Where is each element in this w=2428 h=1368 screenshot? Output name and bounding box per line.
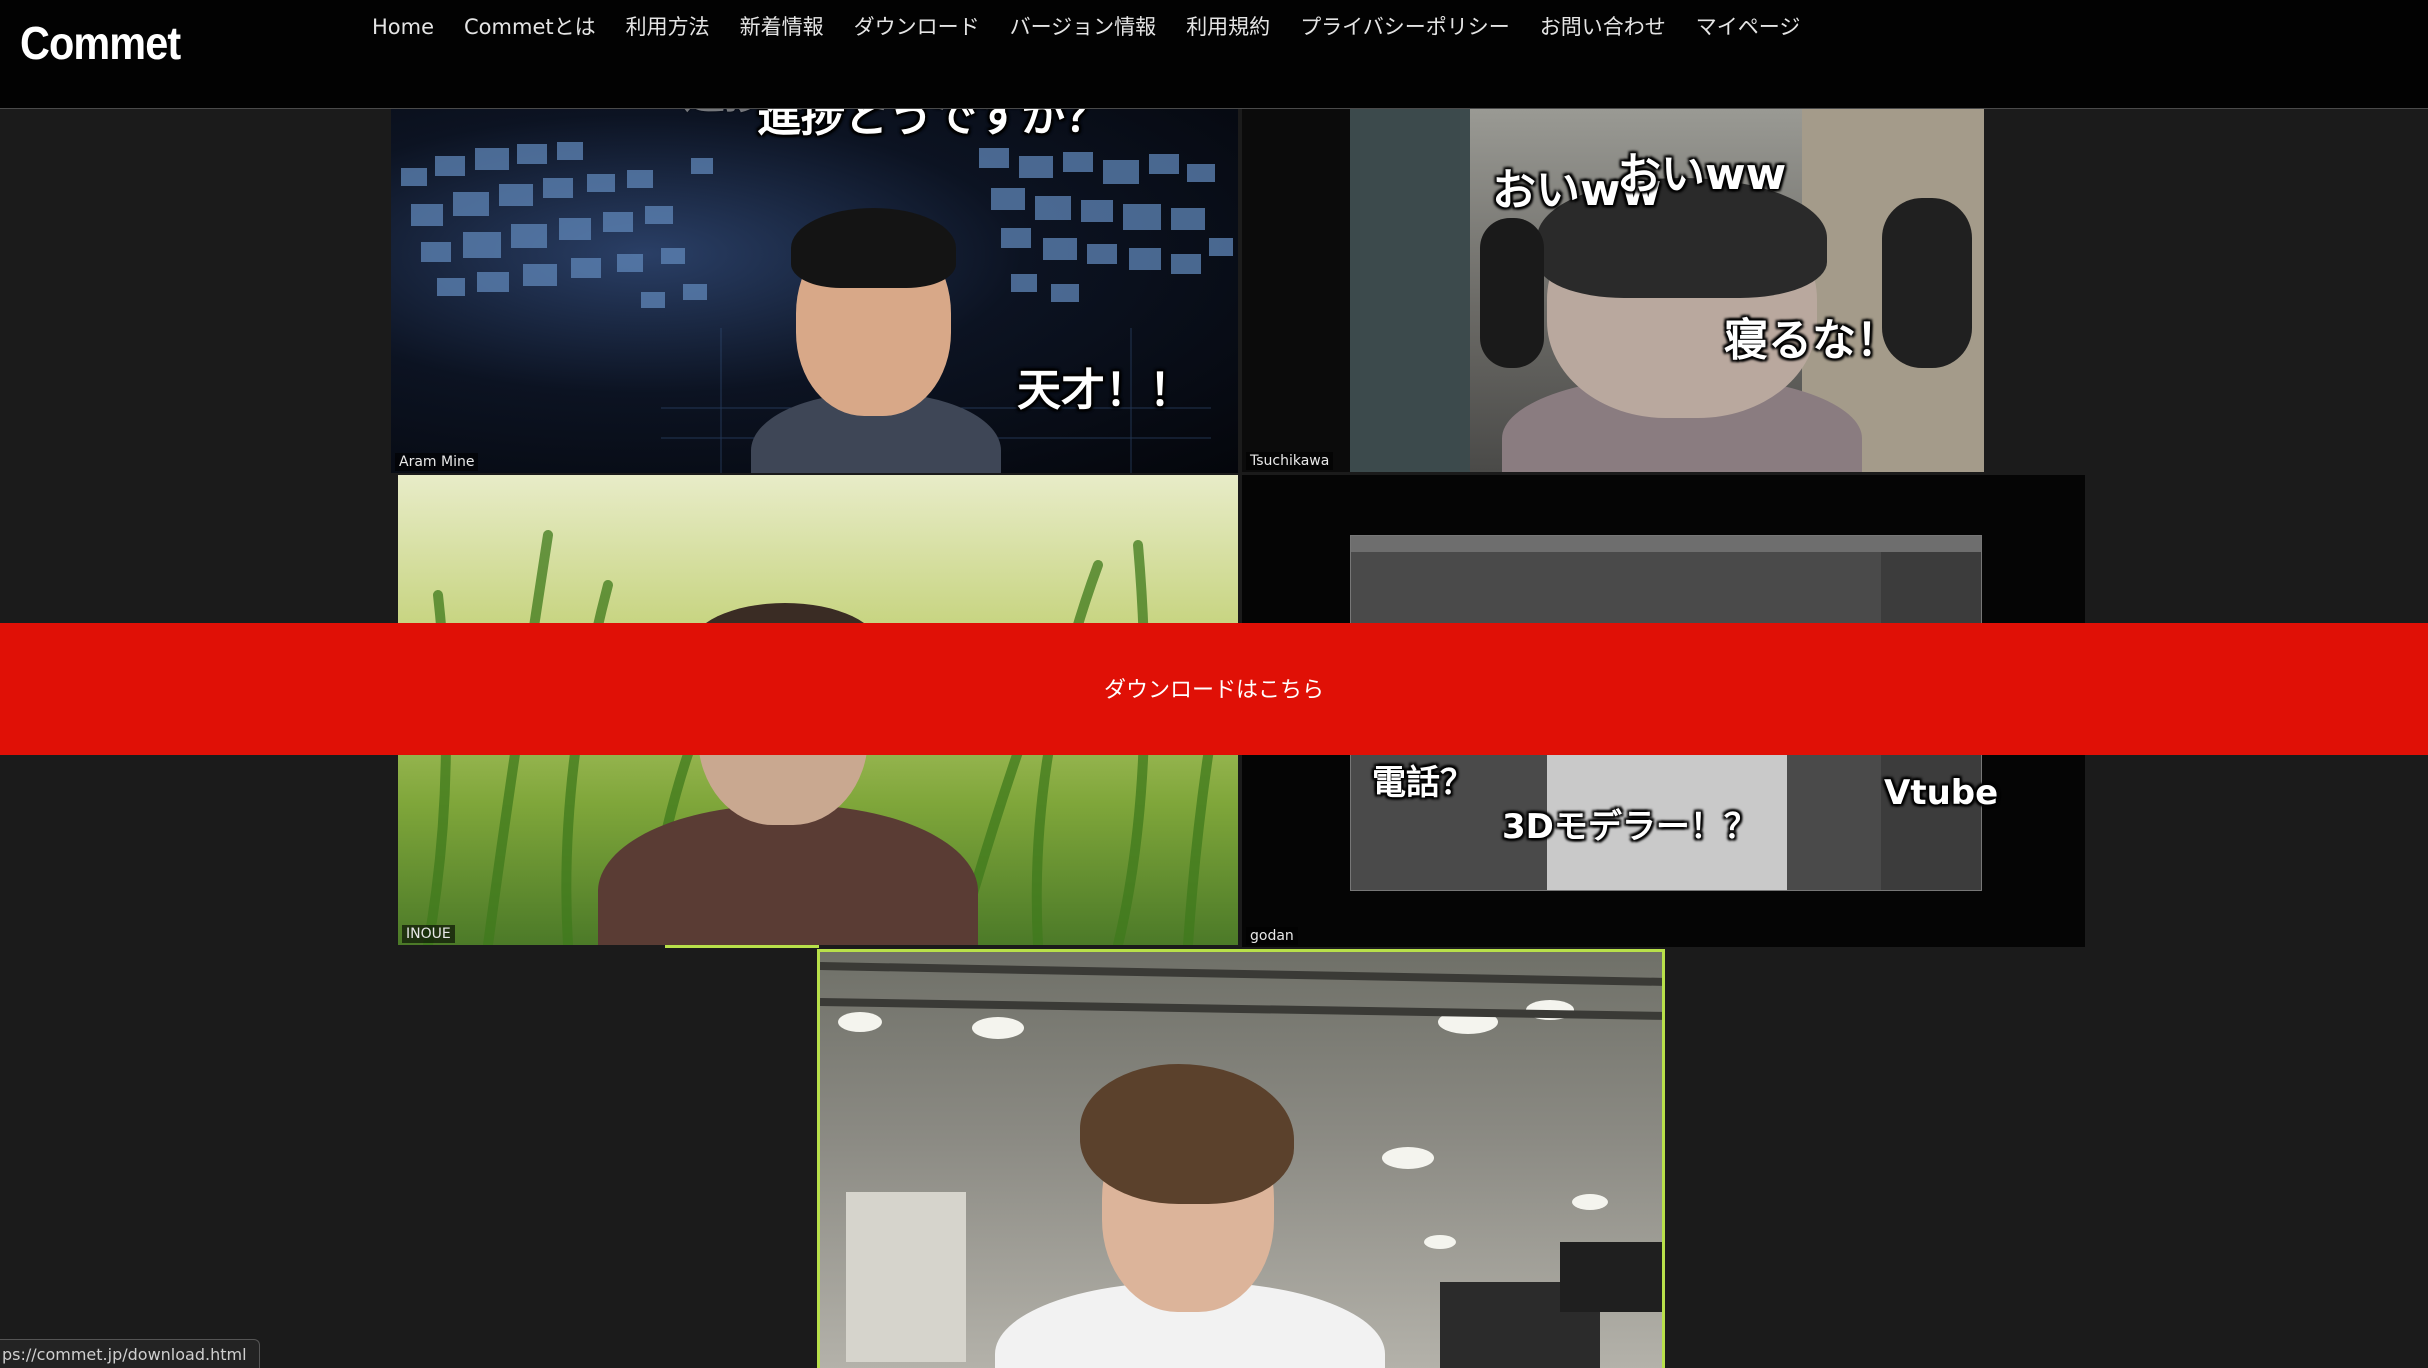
site-header: Commet Home Commetとは 利用方法 新着情報 ダウンロード バー… (0, 0, 2428, 109)
nav-contact[interactable]: お問い合わせ (1525, 10, 1681, 44)
video-tile-active-speaker (817, 949, 1665, 1368)
nav-mypage[interactable]: マイページ (1681, 10, 1816, 44)
comment-dont-sleep: 寝るな！ (1724, 315, 1900, 366)
comment-genius: 天才！！ (1017, 365, 1193, 416)
nav-usage[interactable]: 利用方法 (611, 10, 725, 44)
person-hair (791, 208, 956, 288)
main-nav: Home Commetとは 利用方法 新着情報 ダウンロード バージョン情報 利… (372, 10, 1815, 44)
participant-name: INOUE (402, 925, 455, 943)
nav-about[interactable]: Commetとは (449, 10, 611, 44)
participant-name: godan (1246, 927, 1298, 945)
nav-home[interactable]: Home (372, 10, 449, 44)
participant-name: Aram Mine (395, 453, 479, 471)
download-banner-label: ダウンロードはこちら (1103, 678, 1324, 703)
nav-version[interactable]: バージョン情報 (995, 10, 1172, 44)
comment-oi-2: おいww (1617, 149, 1787, 200)
headphones-icon (1480, 218, 1544, 368)
video-tile-aram: 進捗どうですか？ 進捗どうですか？ 天才！！ Aram Mine (391, 108, 1238, 473)
comment-progress: 進捗どうですか？ (757, 108, 1109, 142)
nav-news[interactable]: 新着情報 (725, 10, 839, 44)
nav-privacy[interactable]: プライバシーポリシー (1285, 10, 1525, 44)
nav-terms[interactable]: 利用規約 (1171, 10, 1285, 44)
participant-name: Tsuchikawa (1246, 452, 1334, 470)
background-curtain (1350, 108, 1470, 472)
site-logo[interactable]: Commet (20, 16, 181, 70)
comment-phone: 電話？ (1372, 763, 1474, 803)
video-tile-tsuchikawa: おいww おいww 寝るな！ Tsuchikawa (1242, 108, 1984, 472)
download-banner-button[interactable]: ダウンロードはこちら (0, 623, 2428, 755)
shared-screen-toolbar (1351, 536, 1981, 552)
page: Commet Home Commetとは 利用方法 新着情報 ダウンロード バー… (0, 0, 2428, 1368)
comment-vtuber: Vtube (1884, 773, 1999, 813)
status-bar-url: ps://commet.jp/download.html (0, 1339, 260, 1368)
active-speaker-accent-line (665, 945, 819, 948)
comment-3d-modeler: 3Dモデラー！？ (1502, 807, 1758, 847)
nav-download[interactable]: ダウンロード (839, 10, 995, 44)
